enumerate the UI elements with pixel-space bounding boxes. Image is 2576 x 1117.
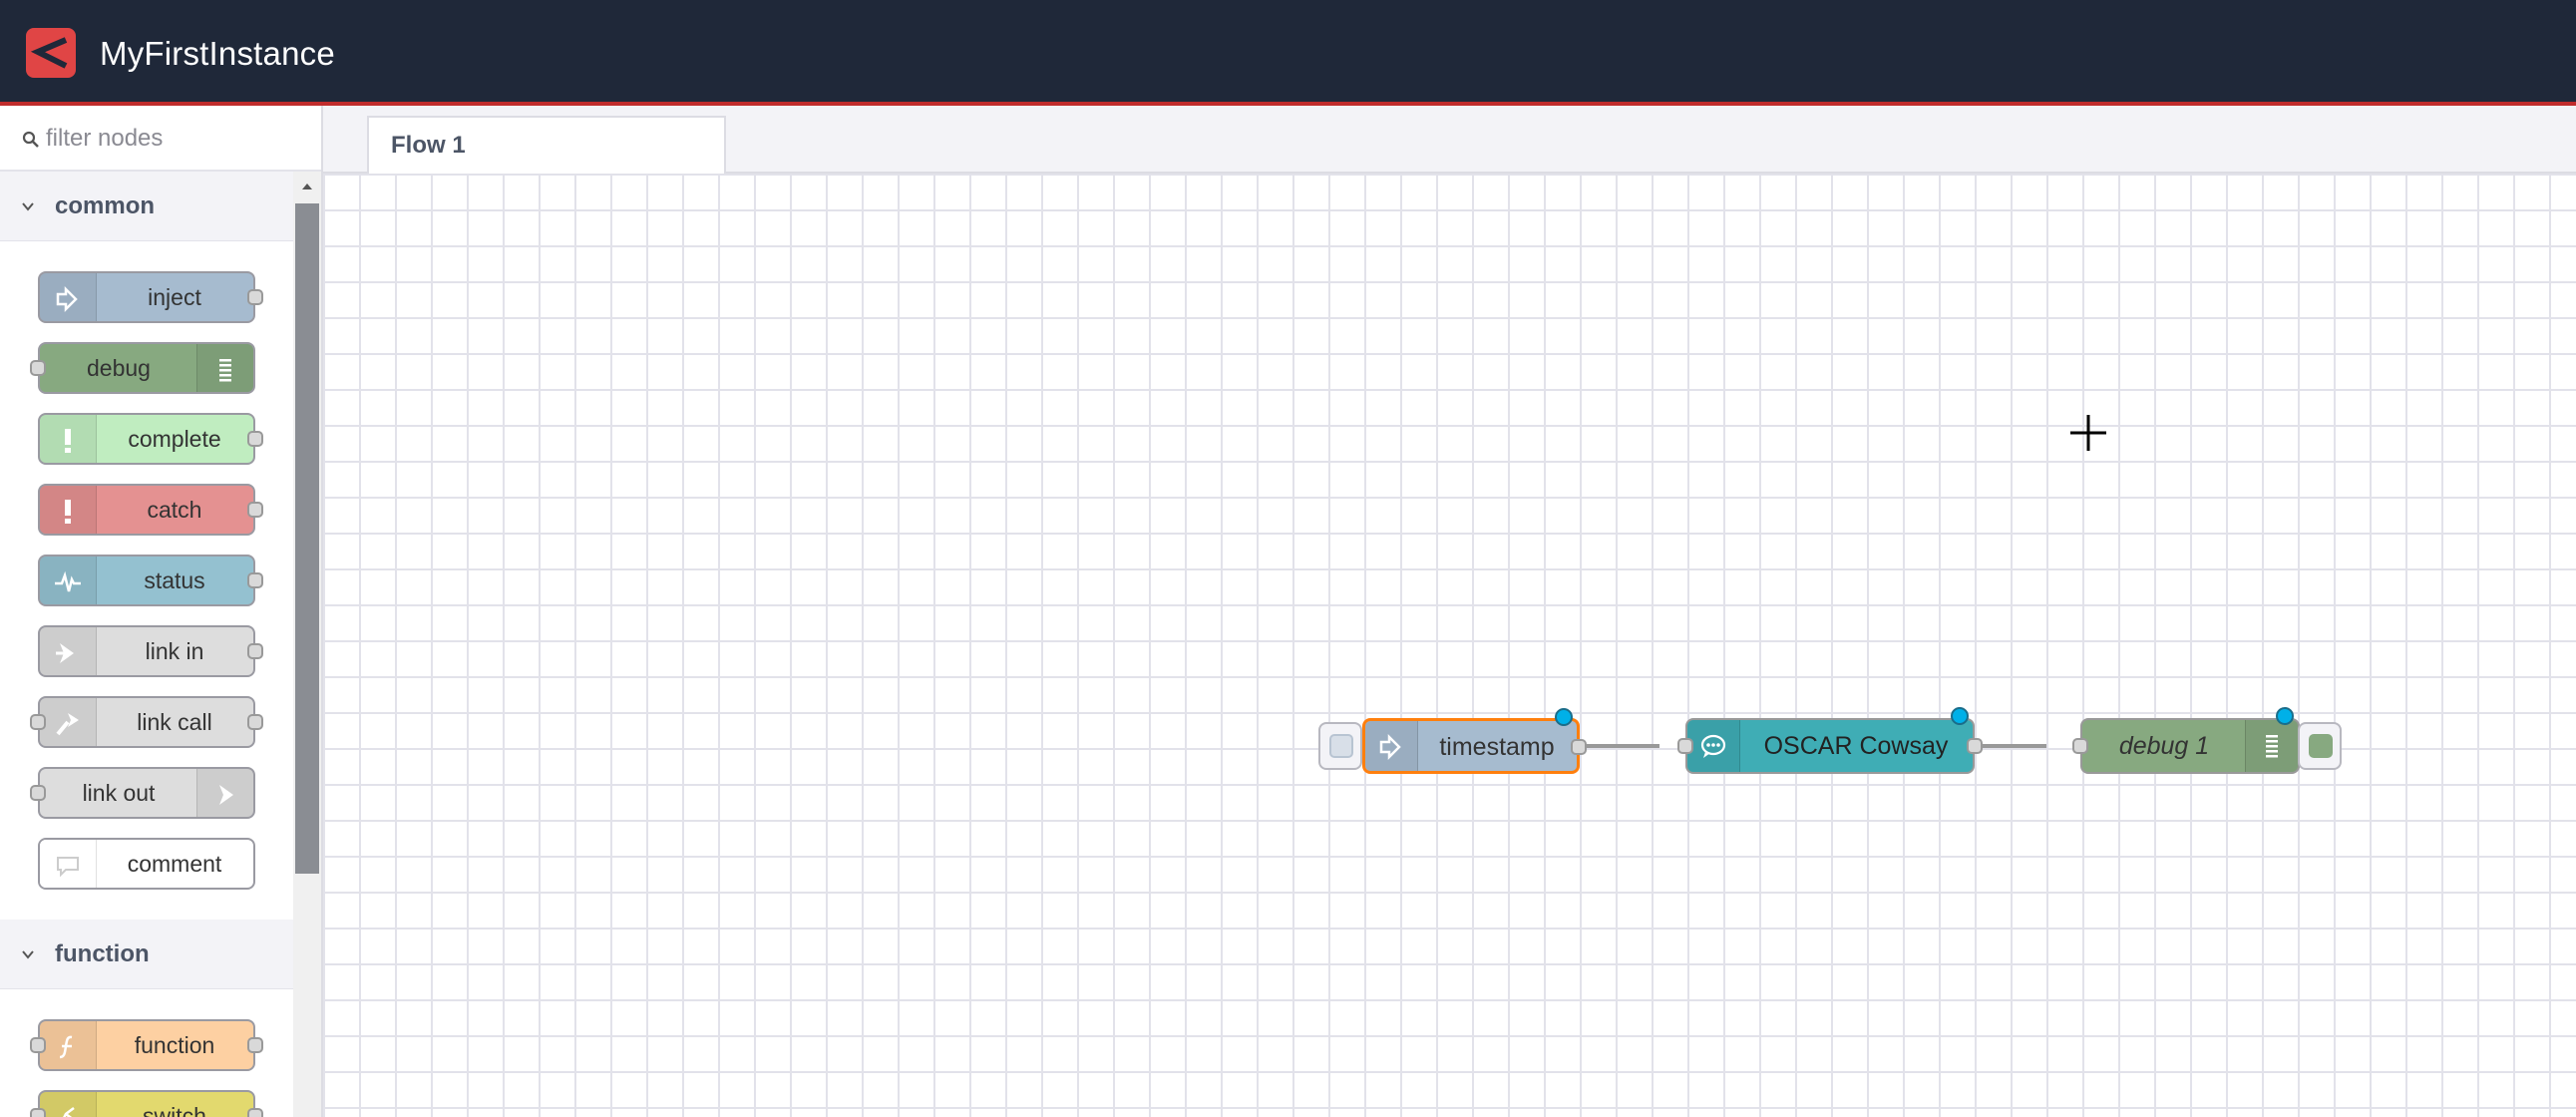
crosshair-cursor-icon bbox=[2070, 415, 2106, 451]
category-header-function[interactable]: function bbox=[0, 920, 293, 989]
output-port bbox=[247, 714, 263, 730]
link-out-icon bbox=[219, 785, 233, 805]
node-label: comment bbox=[127, 851, 222, 877]
chat-bubble-icon bbox=[1700, 734, 1726, 758]
node-label: link out bbox=[82, 780, 156, 806]
scroll-thumb[interactable] bbox=[295, 203, 319, 874]
switch-icon bbox=[63, 1107, 75, 1117]
palette-node-inject[interactable]: inject bbox=[38, 271, 263, 323]
arrow-in-icon bbox=[1379, 733, 1401, 761]
node-label: function bbox=[134, 1032, 215, 1058]
app-logo-icon bbox=[26, 28, 76, 78]
category-header-common[interactable]: common bbox=[0, 172, 293, 241]
function-icon bbox=[59, 1035, 73, 1059]
app-header: MyFirstInstance bbox=[0, 0, 2576, 106]
input-port bbox=[30, 785, 46, 801]
node-label: inject bbox=[148, 284, 201, 310]
palette-node-catch[interactable]: catch bbox=[38, 484, 263, 536]
input-port[interactable] bbox=[1677, 738, 1693, 754]
output-port bbox=[247, 1037, 263, 1053]
flow-node-timestamp[interactable]: timestamp bbox=[1362, 708, 1587, 774]
palette-node-complete[interactable]: complete bbox=[38, 413, 263, 465]
input-port bbox=[30, 360, 46, 376]
output-port bbox=[247, 572, 263, 588]
scroll-up-arrow-icon[interactable] bbox=[300, 182, 314, 191]
node-label: OSCAR Cowsay bbox=[1763, 732, 1949, 760]
palette-filter bbox=[0, 106, 321, 172]
node-label: debug bbox=[87, 355, 151, 381]
palette-node-link-call[interactable]: link call bbox=[30, 696, 263, 748]
link-in-icon bbox=[56, 643, 74, 663]
link-call-icon bbox=[56, 713, 79, 736]
exclamation-icon bbox=[65, 429, 71, 453]
input-port bbox=[30, 714, 46, 730]
chevron-down-icon bbox=[22, 202, 34, 211]
node-label: link call bbox=[137, 709, 212, 735]
flow-canvas[interactable]: timestamp OSCAR Cowsay debug 1 bbox=[323, 174, 2576, 1117]
palette-node-comment[interactable]: comment bbox=[38, 838, 255, 890]
filter-nodes-input[interactable] bbox=[44, 119, 307, 159]
category-label: function bbox=[55, 940, 150, 967]
output-port bbox=[247, 643, 263, 659]
pulse-icon bbox=[55, 570, 81, 592]
node-label: catch bbox=[147, 497, 202, 523]
tab-flow-1[interactable]: Flow 1 bbox=[367, 116, 726, 174]
output-port bbox=[247, 1108, 263, 1117]
chevron-down-icon bbox=[22, 950, 34, 959]
node-label: switch bbox=[143, 1103, 206, 1117]
flow-node-debug-1[interactable]: debug 1 bbox=[2072, 707, 2300, 774]
inject-trigger-button[interactable] bbox=[1318, 722, 1362, 770]
exclamation-icon bbox=[65, 500, 71, 524]
input-port bbox=[30, 1108, 46, 1117]
changed-indicator bbox=[2276, 707, 2294, 725]
node-label: debug 1 bbox=[2118, 732, 2210, 760]
changed-indicator bbox=[1951, 707, 1969, 725]
output-port[interactable] bbox=[1967, 738, 1983, 754]
output-port bbox=[247, 431, 263, 447]
palette-node-debug[interactable]: debug bbox=[30, 342, 255, 394]
output-port[interactable] bbox=[1571, 739, 1587, 755]
output-port bbox=[247, 289, 263, 305]
node-label: timestamp bbox=[1439, 733, 1555, 761]
output-port bbox=[247, 502, 263, 518]
flow-node-oscar-cowsay[interactable]: OSCAR Cowsay bbox=[1677, 707, 1983, 774]
input-port bbox=[30, 1037, 46, 1053]
changed-indicator bbox=[1555, 708, 1573, 726]
wire-cowsay-to-debug[interactable] bbox=[1975, 744, 2046, 748]
input-port[interactable] bbox=[2072, 738, 2088, 754]
palette-node-function[interactable]: function bbox=[30, 1019, 263, 1071]
palette-scrollbar[interactable] bbox=[293, 172, 321, 1117]
palette-node-link-out[interactable]: link out bbox=[30, 767, 255, 819]
node-label: link in bbox=[145, 638, 204, 664]
palette-node-switch[interactable]: switch bbox=[30, 1090, 263, 1117]
app-title: MyFirstInstance bbox=[100, 35, 335, 72]
workspace-tabbar: Flow 1 bbox=[323, 106, 2576, 174]
palette-node-status[interactable]: status bbox=[38, 555, 263, 606]
category-label: common bbox=[55, 192, 156, 219]
debug-toggle-button[interactable] bbox=[2298, 722, 2342, 770]
arrow-in-icon bbox=[56, 285, 78, 313]
search-icon bbox=[22, 131, 39, 148]
list-icon bbox=[2266, 735, 2278, 758]
node-label: complete bbox=[128, 426, 221, 452]
comment-icon bbox=[57, 857, 79, 878]
node-label: status bbox=[144, 567, 205, 593]
list-icon bbox=[219, 359, 231, 382]
palette-node-link-in[interactable]: link in bbox=[38, 625, 263, 677]
tab-label: Flow 1 bbox=[391, 132, 466, 159]
wire-timestamp-to-cowsay[interactable] bbox=[1580, 744, 1659, 748]
node-palette: common inject debug bbox=[0, 106, 323, 1117]
palette-list: common inject debug complete catch statu… bbox=[0, 172, 293, 1117]
